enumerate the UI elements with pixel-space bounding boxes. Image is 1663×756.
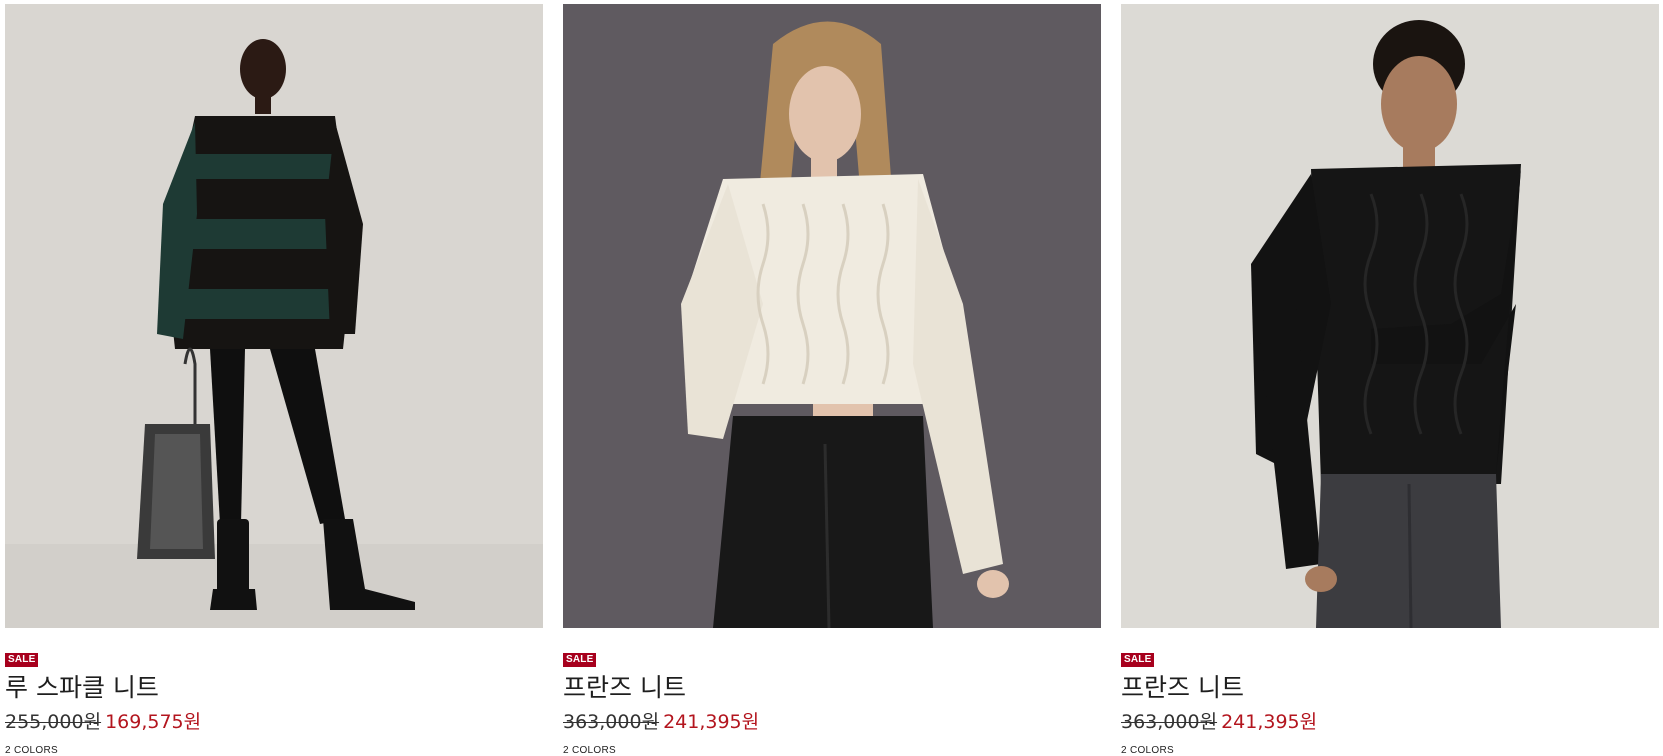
sale-badge: SALE xyxy=(5,653,39,667)
color-count[interactable]: 2 COLORS xyxy=(5,745,543,756)
product-image[interactable] xyxy=(5,4,543,628)
color-count[interactable]: 2 COLORS xyxy=(1121,745,1659,756)
product-title[interactable]: 프란즈 니트 xyxy=(1121,673,1659,703)
product-grid: SALE 루 스파클 니트 255,000원169,575원 2 COLORS xyxy=(0,0,1663,756)
product-image[interactable] xyxy=(1121,4,1659,628)
sale-price: 169,575원 xyxy=(105,711,202,733)
original-price: 255,000원 xyxy=(5,711,102,733)
product-card[interactable]: SALE 루 스파클 니트 255,000원 169,575원 2 COLORS xyxy=(5,4,543,756)
price-row: 363,000원 241,395원 xyxy=(563,711,1101,733)
color-count[interactable]: 2 COLORS xyxy=(563,745,1101,756)
sale-price: 241,395원 xyxy=(663,711,760,733)
price-row: 363,000원 241,395원 xyxy=(1121,711,1659,733)
price-row: 255,000원 169,575원 xyxy=(5,711,543,733)
original-price: 363,000원 xyxy=(1121,711,1218,733)
product-card[interactable]: SALE 프란즈 니트 363,000원 241,395원 2 COLORS xyxy=(1121,4,1659,756)
sale-badge: SALE xyxy=(563,653,597,667)
product-image[interactable] xyxy=(563,4,1101,628)
original-price: 363,000원 xyxy=(563,711,660,733)
sale-badge: SALE xyxy=(1121,653,1155,667)
product-title[interactable]: 루 스파클 니트 xyxy=(5,673,543,703)
product-card[interactable]: SALE 프란즈 니트 363,000원 241,395원 2 COLORS xyxy=(563,4,1101,756)
product-title[interactable]: 프란즈 니트 xyxy=(563,673,1101,703)
sale-price: 241,395원 xyxy=(1221,711,1318,733)
